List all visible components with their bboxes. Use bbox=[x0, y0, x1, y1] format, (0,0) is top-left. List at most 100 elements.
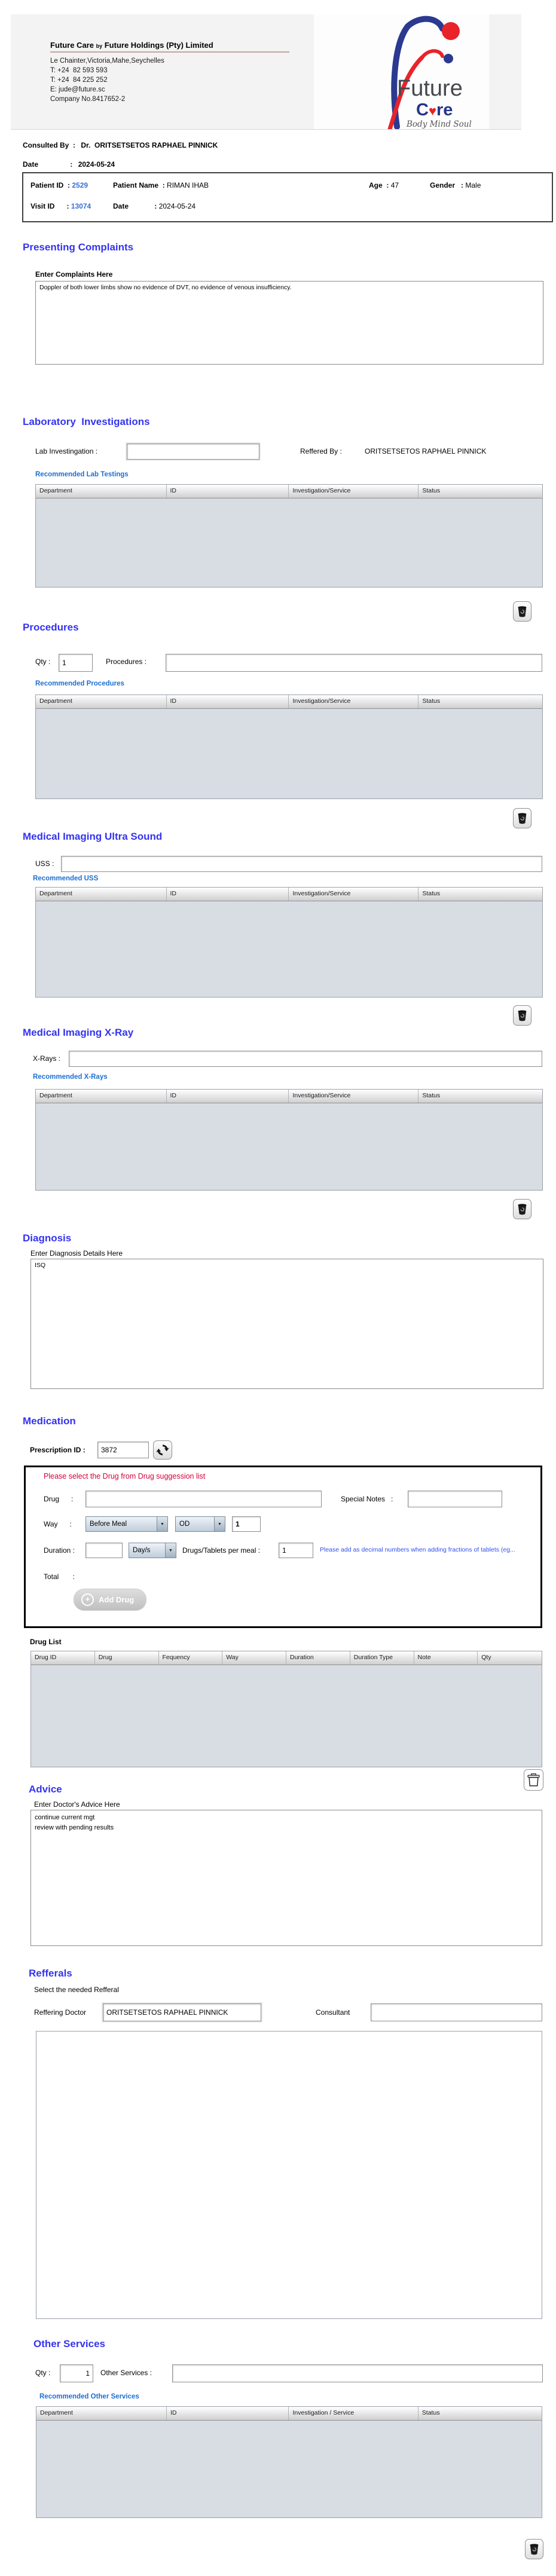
section-heading-laboratory: Laboratory Investigations bbox=[23, 416, 150, 427]
per-meal-input[interactable] bbox=[279, 1543, 313, 1558]
drug-input[interactable] bbox=[85, 1491, 322, 1507]
section-heading-other-services: Other Services bbox=[33, 2338, 106, 2349]
way-qty-input[interactable] bbox=[232, 1516, 261, 1532]
col-status: Status bbox=[421, 2409, 440, 2416]
other-services-label: Other Services : bbox=[100, 2369, 152, 2377]
diagnosis-label: Enter Diagnosis Details Here bbox=[30, 1249, 123, 1258]
patient-age-label: Age : bbox=[369, 181, 389, 189]
patient-age-value: 47 bbox=[390, 181, 399, 189]
col-fequency: Fequency bbox=[159, 1651, 223, 1665]
delete-uss-list-button[interactable] bbox=[513, 1005, 531, 1026]
col-duration: Duration bbox=[286, 1651, 350, 1665]
procedures-input[interactable] bbox=[166, 654, 542, 672]
col-department: Department bbox=[36, 695, 167, 708]
patient-id-value: 2529 bbox=[72, 181, 88, 189]
logo-blue-dot bbox=[444, 54, 453, 63]
future-care-logo: Future C♥re Body Mind Soul bbox=[387, 16, 472, 129]
col-investigation-service: Investigation / Service bbox=[289, 2407, 418, 2420]
trash-icon bbox=[518, 1203, 527, 1214]
other-services-table-header: Department ID Investigation / Service St… bbox=[36, 2407, 542, 2421]
patient-name-label: Patient Name : bbox=[113, 181, 165, 189]
diagnosis-textarea[interactable]: ISQ bbox=[30, 1259, 543, 1389]
lab-investigation-label: Lab Investingation : bbox=[35, 447, 98, 455]
logo-red-hook bbox=[420, 49, 444, 59]
recommended-procedures-link[interactable]: Recommended Procedures bbox=[35, 680, 124, 687]
reffering-doctor-input[interactable] bbox=[102, 2002, 262, 2023]
prescription-id-input[interactable] bbox=[97, 1442, 149, 1458]
trash-icon bbox=[518, 605, 527, 617]
delete-xray-list-button[interactable] bbox=[513, 1199, 531, 1219]
delete-lab-list-button[interactable] bbox=[513, 601, 531, 622]
refresh-icon bbox=[156, 1445, 169, 1455]
section-heading-procedures: Procedures bbox=[23, 622, 79, 633]
drug-list-table: Drug ID Drug Fequency Way Duration Durat… bbox=[30, 1651, 542, 1767]
section-heading-xray: Medical Imaging X-Ray bbox=[23, 1027, 134, 1038]
col-status: Status bbox=[422, 697, 441, 705]
special-notes-input[interactable] bbox=[408, 1491, 502, 1507]
xray-table: Department ID Investigation/Service Stat… bbox=[35, 1089, 543, 1191]
duration-type-select[interactable]: Day/s ▼ bbox=[129, 1543, 176, 1558]
uss-input[interactable] bbox=[61, 856, 542, 872]
section-heading-ultrasound: Medical Imaging Ultra Sound bbox=[23, 831, 163, 842]
trash-icon bbox=[530, 2543, 539, 2554]
duration-input[interactable] bbox=[85, 1543, 123, 1558]
procedures-qty-input[interactable] bbox=[59, 654, 93, 672]
other-services-input[interactable] bbox=[172, 2364, 543, 2382]
delete-procedures-list-button[interactable] bbox=[513, 808, 531, 828]
advice-textarea[interactable]: continue current mgt review with pending… bbox=[30, 1810, 542, 1946]
advice-label: Enter Doctor's Advice Here bbox=[34, 1800, 120, 1809]
col-id: ID bbox=[167, 1090, 289, 1103]
patient-id-pair: Patient ID : 2529 bbox=[30, 181, 88, 189]
xray-table-body bbox=[36, 1103, 542, 1190]
refferal-select-label: Select the needed Refferal bbox=[34, 1985, 119, 1994]
logo-wordmark-care: C♥re bbox=[416, 100, 453, 120]
delete-drug-list-button[interactable] bbox=[524, 1769, 543, 1791]
col-department: Department bbox=[36, 485, 167, 498]
company-title-by: by bbox=[96, 43, 103, 49]
consultant-input[interactable] bbox=[371, 2003, 542, 2021]
section-heading-medication: Medication bbox=[23, 1415, 76, 1427]
uss-table: Department ID Investigation/Service Stat… bbox=[35, 887, 543, 998]
frequency-selected-value: OD bbox=[179, 1520, 190, 1528]
fraction-note-text: Please add as decimal numbers when addin… bbox=[320, 1546, 515, 1553]
drug-label: Drug : bbox=[44, 1495, 74, 1503]
consult-date-value: 2024-05-24 bbox=[78, 160, 115, 169]
recommended-xrays-link[interactable]: Recommended X-Rays bbox=[33, 1073, 108, 1081]
xrays-label: X-Rays : bbox=[33, 1054, 61, 1063]
company-title-part2: Future Holdings (Pty) Limited bbox=[104, 41, 213, 50]
col-department: Department bbox=[36, 1090, 167, 1103]
logo-red-dot bbox=[442, 22, 460, 40]
lab-table-body bbox=[36, 498, 542, 587]
lab-investigation-input[interactable] bbox=[126, 442, 261, 461]
xrays-input[interactable] bbox=[69, 1051, 542, 1067]
refresh-prescription-button[interactable] bbox=[153, 1440, 172, 1460]
patient-id-label: Patient ID : bbox=[30, 181, 71, 189]
logo-wordmark-future: Future bbox=[397, 76, 463, 101]
consulted-by-row: Consulted By : Dr. ORITSETSETOS RAPHAEL … bbox=[23, 141, 218, 149]
add-drug-button[interactable]: + Add Drug bbox=[74, 1589, 146, 1611]
reffering-doctor-label: Reffering Doctor bbox=[34, 2008, 87, 2017]
recommended-uss-link[interactable]: Recommended USS bbox=[33, 875, 98, 882]
patient-name-value: RIMAN IHAB bbox=[167, 181, 209, 189]
company-details: Le Chainter,Victoria,Mahe,Seychelles T: … bbox=[50, 56, 301, 104]
complaints-textarea[interactable]: Doppler of both lower limbs show no evid… bbox=[35, 281, 543, 365]
recommended-lab-testings-link[interactable]: Recommended Lab Testings bbox=[35, 471, 129, 478]
procedures-label: Procedures : bbox=[106, 657, 147, 666]
col-investigation-service: Investigation/Service bbox=[289, 1090, 419, 1103]
col-investigation-service: Investigation/Service bbox=[289, 695, 419, 708]
way-select[interactable]: Before Meal ▼ bbox=[85, 1516, 168, 1532]
col-investigation-service: Investigation/Service bbox=[289, 888, 419, 901]
company-phone2: T: +24 84 225 252 bbox=[50, 77, 108, 84]
recommended-other-services-link[interactable]: Recommended Other Services bbox=[39, 2393, 139, 2400]
other-services-qty-input[interactable] bbox=[60, 2364, 93, 2382]
section-heading-diagnosis: Diagnosis bbox=[23, 1232, 72, 1244]
frequency-select[interactable]: OD ▼ bbox=[175, 1516, 225, 1532]
logo-tagline: Body Mind Soul bbox=[406, 120, 472, 129]
visit-date-pair: Date : 2024-05-24 bbox=[113, 202, 195, 210]
delete-other-services-list-button[interactable] bbox=[525, 2539, 543, 2559]
logo-blue-hook bbox=[405, 16, 445, 32]
trash-icon bbox=[518, 1009, 527, 1021]
add-drug-label: Add Drug bbox=[99, 1595, 135, 1604]
col-drug: Drug bbox=[95, 1651, 159, 1665]
per-meal-label: Drugs/Tablets per meal : bbox=[182, 1546, 261, 1555]
